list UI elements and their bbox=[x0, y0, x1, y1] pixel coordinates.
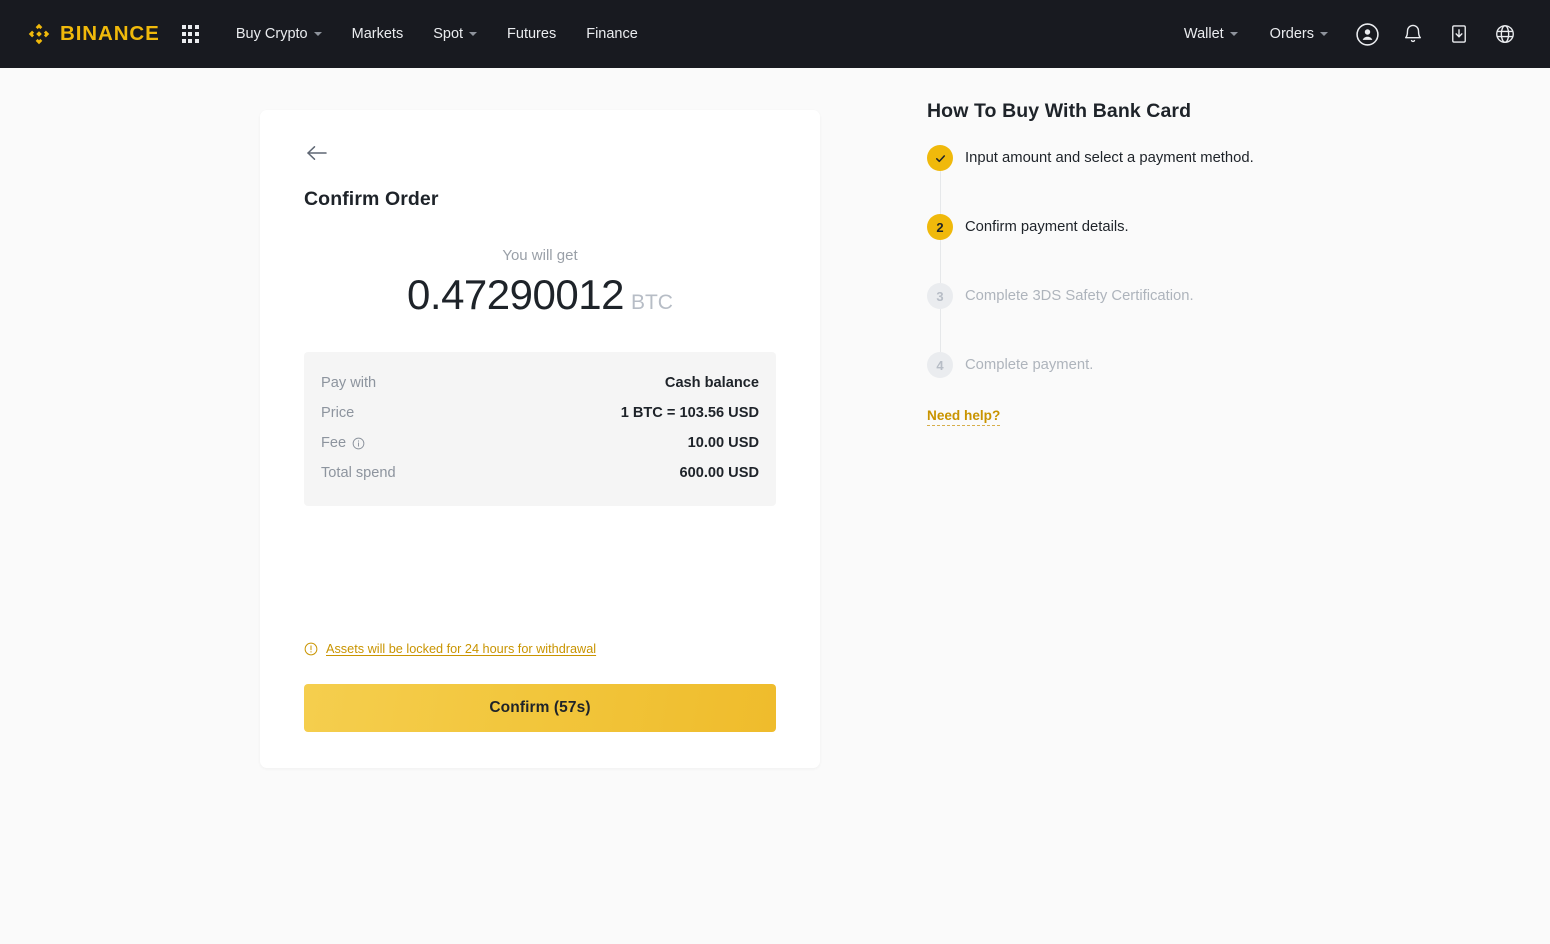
detail-label: Price bbox=[321, 405, 355, 422]
step-item-2: 2 Confirm payment details. bbox=[927, 214, 1357, 283]
confirm-button[interactable]: Confirm (57s) bbox=[304, 684, 776, 732]
confirm-order-card: Confirm Order You will get 0.47290012 BT… bbox=[260, 110, 820, 768]
amount-display: 0.47290012 BTC bbox=[304, 271, 776, 318]
binance-diamond-icon bbox=[28, 23, 50, 45]
step-text: Input amount and select a payment method… bbox=[965, 150, 1254, 166]
chevron-down-icon bbox=[1229, 32, 1238, 36]
info-circle-icon[interactable] bbox=[352, 437, 365, 450]
nav-item-futures[interactable]: Futures bbox=[492, 0, 571, 68]
nav-item-label: Spot bbox=[433, 26, 464, 42]
top-navigation-bar: BINANCE Buy Crypto Markets Spot Futures … bbox=[0, 0, 1550, 68]
apps-grid-icon[interactable] bbox=[181, 25, 199, 43]
detail-row-price: Price 1 BTC = 103.56 USD bbox=[321, 398, 759, 428]
step-item-1: Input amount and select a payment method… bbox=[927, 145, 1357, 214]
step-marker-pending: 4 bbox=[927, 352, 953, 378]
nav-item-label: Markets bbox=[351, 26, 404, 42]
step-text: Confirm payment details. bbox=[965, 219, 1129, 235]
step-item-3: 3 Complete 3DS Safety Certification. bbox=[927, 283, 1357, 352]
how-to-buy-title: How To Buy With Bank Card bbox=[927, 100, 1192, 122]
detail-label: Total spend bbox=[321, 465, 396, 482]
amount-value: 0.47290012 bbox=[407, 271, 624, 318]
step-text: Complete payment. bbox=[965, 357, 1094, 373]
warning-circle-icon bbox=[304, 642, 318, 656]
step-connector-line bbox=[940, 240, 941, 283]
amount-currency: BTC bbox=[630, 291, 673, 314]
language-globe-icon[interactable] bbox=[1482, 0, 1528, 68]
asset-lock-notice[interactable]: Assets will be locked for 24 hours for w… bbox=[304, 642, 596, 656]
step-marker-completed bbox=[927, 145, 953, 171]
need-help-link[interactable]: Need help? bbox=[927, 408, 1001, 426]
step-marker-active: 2 bbox=[927, 214, 953, 240]
nav-item-buy-crypto[interactable]: Buy Crypto bbox=[221, 0, 337, 68]
detail-row-pay-with: Pay with Cash balance bbox=[321, 368, 759, 398]
nav-item-finance[interactable]: Finance bbox=[571, 0, 653, 68]
step-connector-line bbox=[940, 309, 941, 352]
asset-lock-notice-text: Assets will be locked for 24 hours for w… bbox=[326, 642, 597, 656]
page-body: Confirm Order You will get 0.47290012 BT… bbox=[0, 68, 1550, 944]
steps-list: Input amount and select a payment method… bbox=[927, 145, 1357, 378]
detail-row-total-spend: Total spend 600.00 USD bbox=[321, 458, 759, 488]
order-details-panel: Pay with Cash balance Price 1 BTC = 103.… bbox=[304, 352, 776, 507]
detail-label-group: Fee bbox=[321, 435, 365, 451]
step-text: Complete 3DS Safety Certification. bbox=[965, 288, 1194, 304]
step-marker-pending: 3 bbox=[927, 283, 953, 309]
detail-value: 10.00 USD bbox=[687, 435, 759, 452]
nav-item-label: Wallet bbox=[1183, 26, 1224, 42]
nav-right-group: Wallet Orders bbox=[1168, 0, 1528, 68]
user-profile-icon[interactable] bbox=[1344, 0, 1390, 68]
step-connector-line bbox=[940, 171, 941, 214]
nav-item-markets[interactable]: Markets bbox=[337, 0, 419, 68]
how-to-buy-panel: How To Buy With Bank Card Input amount a… bbox=[927, 100, 1357, 426]
nav-item-label: Futures bbox=[507, 26, 557, 42]
nav-left-group: BINANCE Buy Crypto Markets Spot Futures … bbox=[26, 0, 653, 68]
nav-item-label: Finance bbox=[586, 26, 638, 42]
detail-label: Pay with bbox=[321, 375, 377, 392]
check-icon bbox=[935, 154, 945, 162]
detail-value: 1 BTC = 103.56 USD bbox=[620, 405, 759, 422]
nav-item-label: Buy Crypto bbox=[235, 26, 308, 42]
detail-value: Cash balance bbox=[664, 375, 759, 392]
detail-value: 600.00 USD bbox=[679, 465, 759, 482]
binance-logo[interactable]: BINANCE bbox=[26, 21, 160, 47]
step-item-4: 4 Complete payment. bbox=[927, 352, 1357, 378]
detail-row-fee: Fee 10.00 USD bbox=[321, 428, 759, 458]
download-app-icon[interactable] bbox=[1436, 0, 1482, 68]
nav-item-label: Orders bbox=[1269, 26, 1314, 42]
back-arrow-icon[interactable] bbox=[304, 142, 330, 164]
nav-item-orders[interactable]: Orders bbox=[1254, 0, 1344, 68]
nav-item-spot[interactable]: Spot bbox=[418, 0, 492, 68]
chevron-down-icon bbox=[469, 32, 478, 36]
binance-wordmark: BINANCE bbox=[60, 22, 160, 45]
chevron-down-icon bbox=[313, 32, 322, 36]
nav-item-wallet[interactable]: Wallet bbox=[1168, 0, 1254, 68]
page-title: Confirm Order bbox=[304, 188, 439, 210]
you-will-get-label: You will get bbox=[502, 247, 578, 264]
notification-bell-icon[interactable] bbox=[1390, 0, 1436, 68]
chevron-down-icon bbox=[1320, 32, 1328, 36]
detail-label: Fee bbox=[321, 435, 347, 452]
